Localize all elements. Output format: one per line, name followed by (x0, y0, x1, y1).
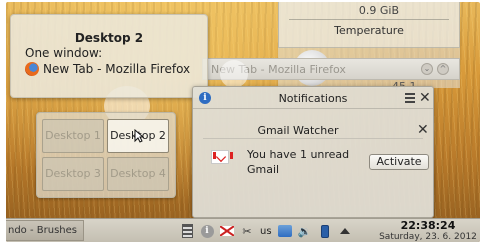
tooltip-subtitle: One window: (25, 46, 103, 60)
notifications-header: i Notifications ✕ (193, 87, 433, 109)
pager-desktop-4[interactable]: Desktop 4 (107, 157, 169, 191)
notifications-menu-icon[interactable] (405, 93, 415, 105)
notification-message: You have 1 unread Gmail (247, 147, 349, 177)
pager-desktop-1[interactable]: Desktop 1 (42, 119, 104, 153)
notification-message-line2: Gmail (247, 163, 280, 176)
notification-divider (203, 138, 423, 139)
taskbar-task-brushes[interactable]: ndo - Brushes (6, 220, 84, 241)
clock-date: Saturday, 23. 6. 2012 (379, 232, 477, 242)
desktop-screen: 0.9 GiB Temperature 45.1 New Tab - Mozil… (6, 2, 480, 242)
system-monitor-widget: 0.9 GiB Temperature (278, 2, 460, 48)
maximize-button[interactable]: ^ (437, 63, 449, 75)
notification-message-line1: You have 1 unread (247, 148, 350, 161)
volume-icon[interactable]: 🔉 (298, 224, 312, 238)
scissors-icon[interactable]: ✂ (240, 224, 254, 238)
ghost-icon (220, 60, 248, 88)
memory-size-text: 0.9 GiB (358, 4, 399, 17)
notification-app-name: Gmail Watcher (257, 124, 339, 137)
tooltip-title: Desktop 2 (74, 31, 144, 45)
notification-close-icon[interactable]: ✕ (417, 123, 429, 137)
desktop-pager: Desktop 1 Desktop 2 Desktop 3 Desktop 4 (36, 112, 176, 198)
taskbar-clock[interactable]: 22:38:24 Saturday, 23. 6. 2012 (378, 219, 478, 243)
calculator-icon[interactable] (180, 224, 194, 238)
phone-icon[interactable] (318, 224, 332, 238)
widget-divider (289, 19, 449, 20)
activate-button[interactable]: Activate (369, 154, 429, 170)
tooltip-window-entry[interactable]: New Tab - Mozilla Firefox (25, 62, 190, 76)
tooltip-window-title: New Tab - Mozilla Firefox (43, 62, 191, 76)
info-tray-icon[interactable]: i (200, 224, 214, 238)
mouse-cursor-icon (134, 129, 144, 143)
pager-desktop-3[interactable]: Desktop 3 (42, 157, 104, 191)
notifications-panel: i Notifications ✕ Gmail Watcher ✕ You ha… (192, 86, 434, 218)
clock-time: 22:38:24 (400, 219, 456, 232)
firefox-icon (25, 62, 39, 76)
minimize-button[interactable]: ⌄ (421, 63, 433, 75)
flag-icon[interactable] (220, 224, 234, 238)
gmail-icon (211, 150, 233, 164)
temperature-label: Temperature (334, 24, 404, 37)
keyboard-layout-indicator[interactable]: us (260, 224, 272, 238)
taskbar: ndo - Brushes i ✂ us 🔉 22:38:24 Saturday… (6, 218, 480, 242)
tray-expand-arrow-icon[interactable] (338, 224, 352, 238)
desktop-tooltip: Desktop 2 One window: New Tab - Mozilla … (10, 14, 208, 98)
notifications-title: Notifications (278, 92, 348, 105)
network-icon[interactable] (277, 224, 292, 238)
system-tray: i ✂ us 🔉 (180, 219, 358, 242)
notifications-close-icon[interactable]: ✕ (419, 91, 431, 105)
